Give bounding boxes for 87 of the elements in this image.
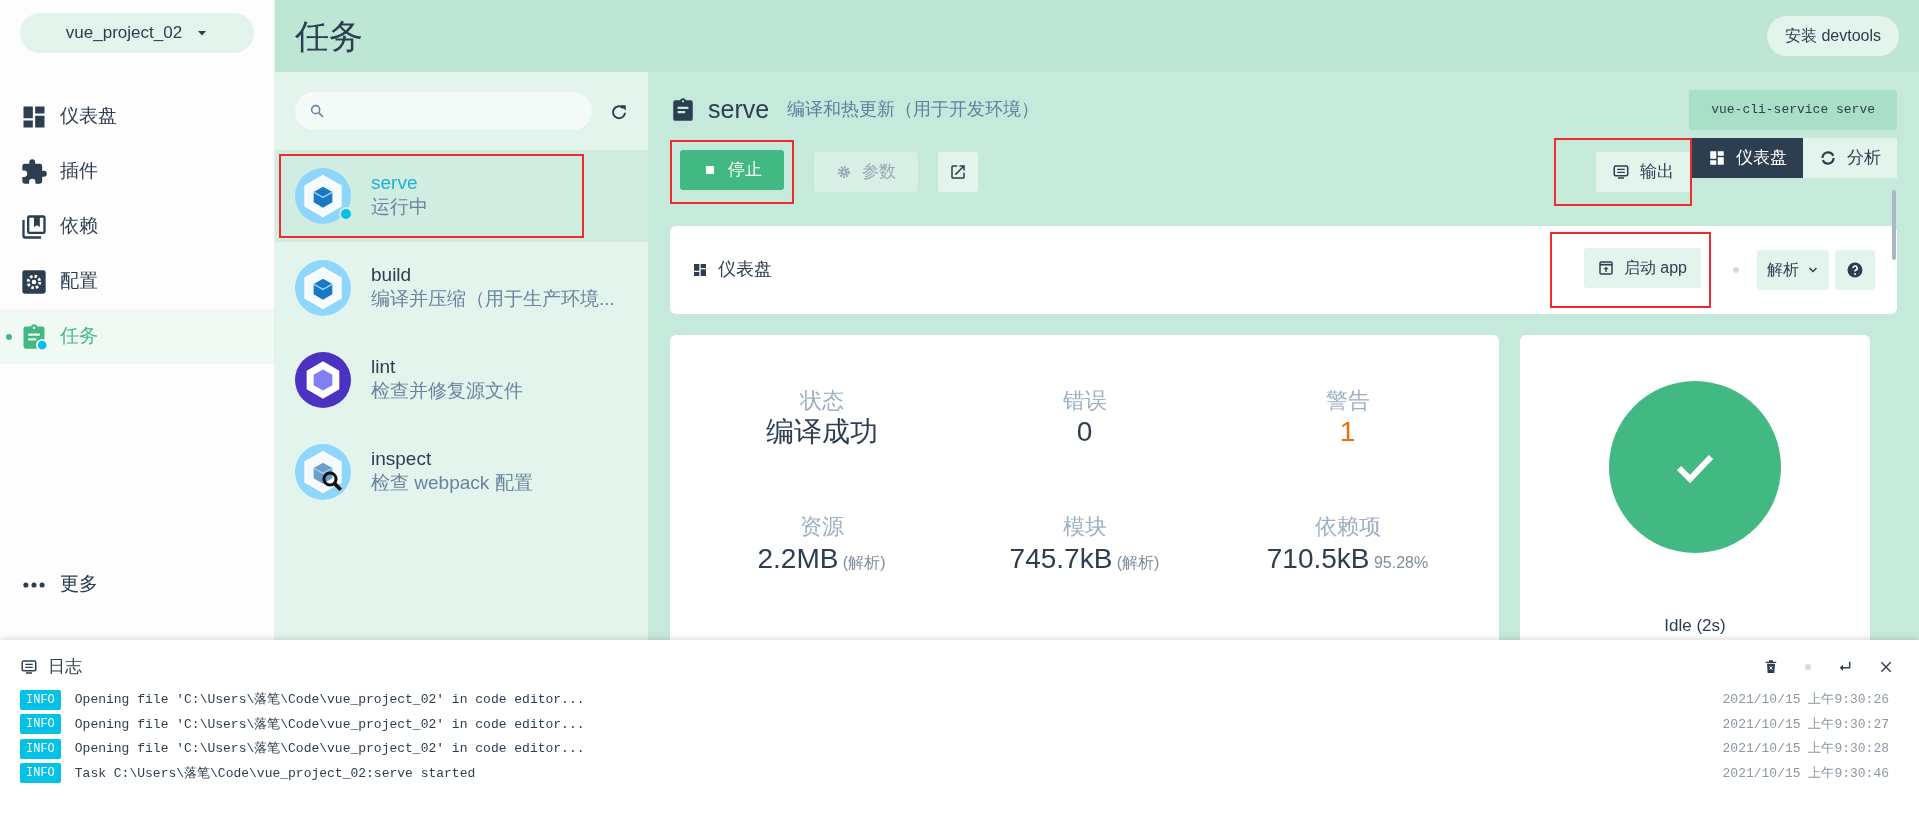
mode-dropdown[interactable]: 解析 <box>1757 249 1829 290</box>
books-icon <box>20 212 48 241</box>
log-timestamp: 2021/10/15 上午9:30:26 <box>1722 691 1890 709</box>
task-description: 检查 webpack 配置 <box>371 471 533 496</box>
donut-icon <box>1819 148 1837 167</box>
stat-label: 状态 <box>798 386 845 415</box>
stat-value: 1 <box>1339 416 1356 448</box>
stat-label: 警告 <box>1324 386 1371 415</box>
external-link-icon <box>949 162 967 181</box>
log-level-badge: INFO <box>20 738 61 759</box>
log-timestamp: 2021/10/15 上午9:30:27 <box>1722 715 1890 734</box>
cube-search-icon <box>295 444 351 500</box>
stat-value: 2.2MB <box>757 542 839 574</box>
separator-dot <box>1805 663 1811 670</box>
view-tab[interactable]: 仪表盘 <box>1692 137 1803 178</box>
view-tab[interactable]: 分析 <box>1803 137 1897 178</box>
task-item[interactable]: build 编译并压缩（用于生产环境... <box>275 242 648 334</box>
monitor-icon <box>20 657 38 676</box>
stat-note: (解析) <box>1116 553 1160 571</box>
launch-app-button[interactable]: 启动 app <box>1583 247 1701 288</box>
status-label: Idle (2s) <box>1664 614 1726 637</box>
page-title: 任务 <box>295 15 363 57</box>
command-label: vue-cli-service serve <box>1689 90 1897 130</box>
close-button[interactable] <box>1879 659 1893 674</box>
nav-item[interactable]: 配置 <box>0 254 274 309</box>
puzzle-icon <box>20 157 48 186</box>
view-tab[interactable]: 输出 <box>1596 151 1690 192</box>
more-icon <box>23 581 45 588</box>
log-title: 日志 <box>48 656 82 678</box>
task-name: inspect <box>371 448 433 472</box>
log-level-badge: INFO <box>20 714 61 735</box>
task-description: 编译和热更新（用于开发环境） <box>787 98 1040 122</box>
stat-label: 依赖项 <box>1313 513 1382 542</box>
help-icon <box>1846 260 1864 279</box>
trash-icon <box>1763 658 1779 675</box>
log-message: Opening file 'C:\Users\落笔\Code\vue_project_02' in code editor... <box>74 691 585 709</box>
monitor-icon <box>1612 162 1630 181</box>
clipboard-icon <box>670 96 696 123</box>
open-external-button[interactable] <box>938 151 978 192</box>
dashboard-title: 仪表盘 <box>718 258 772 281</box>
stat-label: 模块 <box>1061 513 1108 542</box>
cube-icon <box>295 168 351 224</box>
open-window-icon <box>1597 259 1614 276</box>
log-message: Opening file 'C:\Users\落笔\Code\vue_project_02' in code editor... <box>74 715 585 734</box>
clear-log-button[interactable] <box>1763 658 1779 675</box>
scrollbar[interactable] <box>1892 189 1896 260</box>
stat-note: 95.28% <box>1373 553 1429 571</box>
active-indicator <box>6 334 12 340</box>
task-description: 运行中 <box>371 195 428 220</box>
project-selector[interactable]: vue_project_02 <box>20 13 254 53</box>
cube-icon <box>295 260 351 316</box>
search-field[interactable] <box>295 92 592 130</box>
more-link[interactable]: 更多 <box>0 557 274 612</box>
stat-note: (解析) <box>842 553 886 571</box>
stat-value: 编译成功 <box>765 416 878 448</box>
log-level-badge: INFO <box>20 689 61 710</box>
task-name: build <box>371 264 413 288</box>
stat-value: 710.5kB <box>1266 542 1370 574</box>
stat-label: 错误 <box>1061 386 1108 415</box>
task-item[interactable]: inspect 检查 webpack 配置 <box>275 426 648 518</box>
task-title: serve <box>708 94 770 125</box>
refresh-icon <box>610 102 628 121</box>
separator-dot <box>1733 266 1739 273</box>
gear-icon <box>20 267 48 296</box>
log-level-badge: INFO <box>20 763 61 784</box>
stat-label: 资源 <box>798 513 845 542</box>
log-message: Opening file 'C:\Users\落笔\Code\vue_project_02' in code editor... <box>74 740 585 758</box>
stat-value: 745.7kB <box>1009 542 1113 574</box>
nav-item[interactable]: 插件 <box>0 144 274 199</box>
nav-item[interactable]: 依赖 <box>0 199 274 254</box>
task-description: 编译并压缩（用于生产环境... <box>371 287 615 312</box>
task-name: serve <box>371 172 419 196</box>
task-description: 检查并修复源文件 <box>371 379 523 404</box>
nav-item[interactable]: 仪表盘 <box>0 89 274 144</box>
task-name: lint <box>371 356 397 380</box>
help-button[interactable] <box>1835 249 1875 290</box>
close-icon <box>1879 659 1893 674</box>
search-icon <box>309 103 325 119</box>
task-item[interactable]: lint 检查并修复源文件 <box>275 334 648 426</box>
gear-icon <box>836 163 852 180</box>
log-timestamp: 2021/10/15 上午9:30:28 <box>1722 740 1890 758</box>
install-devtools-button[interactable]: 安装 devtools <box>1766 16 1899 56</box>
log-message: Task C:\Users\落笔\Code\vue_project_02:serve started <box>74 764 476 783</box>
log-timestamp: 2021/10/15 上午9:30:46 <box>1722 764 1890 783</box>
dashboard-icon <box>692 261 708 278</box>
dashboard-icon <box>1708 148 1726 167</box>
stat-value: 0 <box>1076 416 1093 448</box>
